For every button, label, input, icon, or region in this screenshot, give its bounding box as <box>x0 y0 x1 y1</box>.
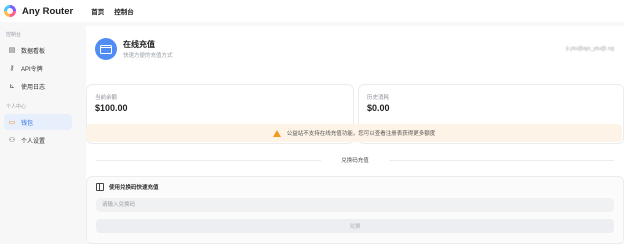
top-bar: Any Router 首页 控制台 <box>0 0 624 22</box>
sidebar-item-dashboard[interactable]: ▤ 数据看板 <box>4 42 72 58</box>
sidebar-section-personal: 个人中心 <box>6 104 27 110</box>
sidebar-item-wallet[interactable]: ▭ 钱包 <box>4 114 72 130</box>
user-email-blurred: ji.ytu@ajo_ytu@.ng <box>566 46 614 52</box>
sidebar-item-label: 数据看板 <box>21 48 46 55</box>
logo-icon[interactable] <box>4 5 16 17</box>
sidebar-section-console: 控制台 <box>6 32 22 38</box>
redeem-code-input[interactable] <box>96 198 614 212</box>
sidebar-item-label: 使用日志 <box>21 84 46 91</box>
redeem-button[interactable]: 兑换 <box>96 219 614 233</box>
redeem-card: 使用兑换码快速充值 兑换 <box>86 176 624 244</box>
page-subtitle: 快速方便的充值方式 <box>123 53 173 59</box>
history-value: $0.00 <box>367 103 390 113</box>
brand-name[interactable]: Any Router <box>22 6 73 17</box>
user-icon: ⚇ <box>8 137 16 144</box>
section-divider: 兑换码充值 <box>86 158 624 164</box>
notice-text: 公益站不支持在线充值功能，您可以查看注册表获得更多额度 <box>286 131 436 137</box>
history-label: 历史消耗 <box>367 95 390 101</box>
credit-card-icon <box>95 38 117 60</box>
nav-home[interactable]: 首页 <box>91 6 104 16</box>
sidebar: 控制台 ▤ 数据看板 ⚷ API令牌 ⊾ 使用日志 个人中心 ▭ 钱包 ⚇ 个人… <box>0 22 78 242</box>
divider-label: 兑换码充值 <box>341 158 369 164</box>
key-icon: ⚷ <box>9 65 15 72</box>
main-panel: 在线充值 快速方便的充值方式 ji.ytu@ajo_ytu@.ng 当前余额 $… <box>86 26 624 244</box>
page-title: 在线充值 <box>123 40 155 49</box>
sidebar-item-usage-log[interactable]: ⊾ 使用日志 <box>4 78 72 94</box>
redeem-title: 使用兑换码快速充值 <box>96 183 159 191</box>
page-header: 在线充值 快速方便的充值方式 <box>95 38 173 60</box>
sidebar-item-settings[interactable]: ⚇ 个人设置 <box>4 132 72 148</box>
chart-icon: ⊾ <box>9 83 15 90</box>
sidebar-item-label: API令牌 <box>21 66 43 73</box>
dashboard-icon: ▤ <box>8 47 16 54</box>
sidebar-item-label: 钱包 <box>21 120 34 127</box>
balance-value: $100.00 <box>95 103 128 113</box>
sidebar-item-api-token[interactable]: ⚷ API令牌 <box>4 60 72 76</box>
notice-banner: 公益站不支持在线充值功能，您可以查看注册表获得更多额度 <box>86 124 622 142</box>
balance-label: 当前余额 <box>95 95 118 101</box>
nav-console[interactable]: 控制台 <box>114 6 134 16</box>
gift-icon <box>96 183 104 191</box>
redeem-title-text: 使用兑换码快速充值 <box>109 185 159 191</box>
sidebar-item-label: 个人设置 <box>21 138 46 145</box>
top-nav: 首页 控制台 <box>91 6 134 16</box>
wallet-icon: ▭ <box>8 119 16 126</box>
warning-icon <box>272 129 281 137</box>
